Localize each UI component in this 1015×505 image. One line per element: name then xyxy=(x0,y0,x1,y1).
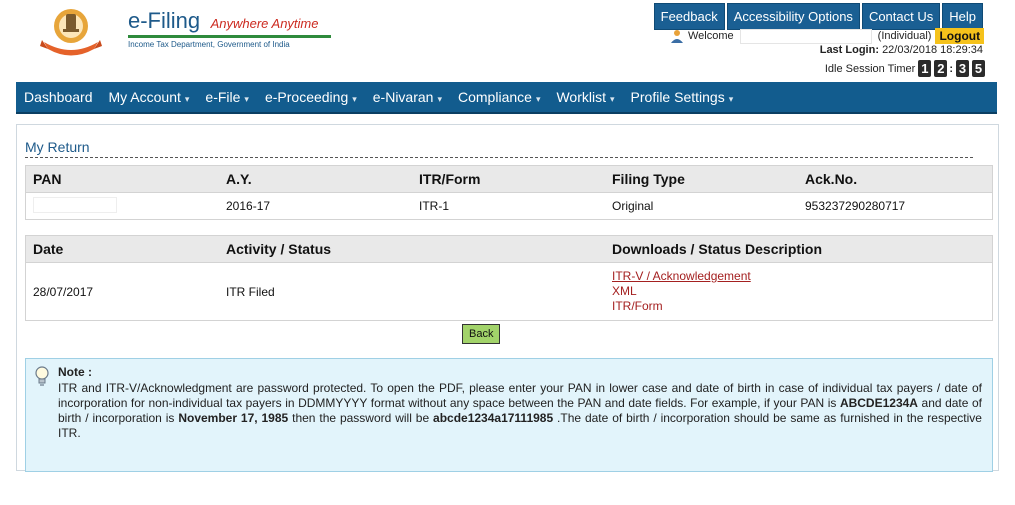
status-cell: ITR Filed xyxy=(219,262,605,321)
help-link[interactable]: Help xyxy=(942,3,983,30)
welcome-row: Welcome (Individual) Logout xyxy=(670,28,985,44)
nav-e-proceeding[interactable]: e-Proceeding ▾ xyxy=(257,89,365,105)
nav-label: e-Proceeding xyxy=(264,89,349,105)
note-date-example: November 17, 1985 xyxy=(178,411,289,425)
logout-button[interactable]: Logout xyxy=(935,28,985,44)
column-header: Filing Type xyxy=(605,165,798,193)
timer-digit: 2 xyxy=(934,60,948,77)
column-header: A.Y. xyxy=(219,165,412,193)
nav-profile-settings[interactable]: Profile Settings ▾ xyxy=(623,89,742,105)
brand-tagline: Anywhere Anytime xyxy=(210,16,319,31)
xml-link[interactable]: XML xyxy=(612,284,985,299)
note-password-example: abcde1234a17111985 xyxy=(433,411,554,425)
user-name-masked xyxy=(739,28,872,44)
chevron-down-icon: ▾ xyxy=(437,94,442,104)
last-login-value: 22/03/2018 18:29:34 xyxy=(882,44,983,56)
column-header: Date xyxy=(25,235,219,263)
table-row: 28/07/2017 ITR Filed ITR-V / Acknowledge… xyxy=(25,262,993,321)
nav-label: My Account xyxy=(108,89,181,105)
table-header-row: Date Activity / Status Downloads / Statu… xyxy=(25,235,993,263)
ack-no-cell: 953237290280717 xyxy=(798,192,993,220)
nav-e-nivaran[interactable]: e-Nivaran ▾ xyxy=(365,89,450,105)
itr-v-acknowledgement-link[interactable]: ITR-V / Acknowledgement xyxy=(612,269,985,284)
date-cell: 28/07/2017 xyxy=(25,262,219,321)
activity-table: Date Activity / Status Downloads / Statu… xyxy=(25,235,993,321)
page-title: My Return xyxy=(25,139,973,158)
nav-label: Dashboard xyxy=(24,89,93,105)
nav-worklist[interactable]: Worklist ▾ xyxy=(548,89,622,105)
accessibility-options-link[interactable]: Accessibility Options xyxy=(726,3,860,30)
column-header: Activity / Status xyxy=(219,235,605,263)
last-login-label: Last Login: xyxy=(819,44,879,56)
nav-label: e-Nivaran xyxy=(372,89,434,105)
brand-divider xyxy=(128,35,331,38)
lightbulb-icon xyxy=(35,366,49,386)
form-cell: ITR-1 xyxy=(412,192,605,220)
table-header-row: PAN A.Y. ITR/Form Filing Type Ack.No. xyxy=(25,165,993,193)
timer-digit: 5 xyxy=(972,60,985,77)
chevron-down-icon: ▾ xyxy=(244,94,249,104)
nav-e-file[interactable]: e-File ▾ xyxy=(197,89,257,105)
timer-separator: : xyxy=(949,62,953,75)
column-header: Ack.No. xyxy=(798,165,993,193)
downloads-cell: ITR-V / Acknowledgement XML ITR/Form xyxy=(605,262,993,321)
nav-label: Worklist xyxy=(556,89,606,105)
brand: e-Filing Anywhere Anytime xyxy=(128,8,319,34)
column-header: PAN xyxy=(25,165,219,193)
idle-timer-label: Idle Session Timer xyxy=(824,62,916,75)
chevron-down-icon: ▾ xyxy=(535,94,541,104)
pan-cell xyxy=(25,192,219,220)
filing-type-cell: Original xyxy=(605,192,798,220)
pan-masked xyxy=(33,196,117,213)
feedback-link[interactable]: Feedback xyxy=(653,3,725,30)
chevron-down-icon: ▾ xyxy=(728,94,734,104)
content-panel: My Return PAN A.Y. ITR/Form Filing Type … xyxy=(16,124,999,472)
nav-compliance[interactable]: Compliance ▾ xyxy=(450,89,548,105)
note-pan-example: ABCDE1234A xyxy=(839,396,918,410)
nav-label: e-File xyxy=(205,89,241,105)
nav-dashboard[interactable]: Dashboard xyxy=(16,89,101,105)
timer-digit: 3 xyxy=(956,60,969,77)
site-header: e-Filing Anywhere Anytime Income Tax Dep… xyxy=(16,0,997,80)
return-summary-table: PAN A.Y. ITR/Form Filing Type Ack.No. 20… xyxy=(25,165,993,220)
contact-us-link[interactable]: Contact Us xyxy=(861,3,941,30)
brand-title: e-Filing xyxy=(128,8,201,33)
timer-digit: 1 xyxy=(918,60,932,77)
welcome-label: Welcome xyxy=(688,30,734,42)
itr-form-link[interactable]: ITR/Form xyxy=(612,299,985,314)
note-text-part: then the password will be xyxy=(288,411,434,425)
note-box: Note : ITR and ITR-V/Acknowledgment are … xyxy=(25,358,993,472)
top-links: Feedback Accessibility Options Contact U… xyxy=(653,3,983,30)
column-header: ITR/Form xyxy=(412,165,605,193)
nav-my-account[interactable]: My Account ▾ xyxy=(101,89,198,105)
note-text: ITR and ITR-V/Acknowledgment are passwor… xyxy=(58,381,982,441)
chevron-down-icon: ▾ xyxy=(352,94,357,104)
table-row: 2016-17 ITR-1 Original 953237290280717 xyxy=(25,192,993,220)
last-login: Last Login: 22/03/2018 18:29:34 xyxy=(820,44,983,56)
user-type: (Individual) xyxy=(877,30,932,42)
nav-label: Compliance xyxy=(458,89,532,105)
ay-cell: 2016-17 xyxy=(219,192,412,220)
user-icon xyxy=(671,30,683,43)
nav-label: Profile Settings xyxy=(630,89,725,105)
idle-session-timer: Idle Session Timer 1 2 : 3 5 xyxy=(825,60,985,77)
note-label: Note : xyxy=(58,365,92,379)
main-nav: Dashboard My Account ▾ e-File ▾ e-Proceedi… xyxy=(16,82,997,114)
brand-subtitle: Income Tax Department, Government of Ind… xyxy=(128,40,290,49)
column-header: Downloads / Status Description xyxy=(605,235,993,263)
income-tax-logo xyxy=(40,9,102,56)
chevron-down-icon: ▾ xyxy=(610,94,615,104)
chevron-down-icon: ▾ xyxy=(184,94,190,104)
back-button[interactable]: Back xyxy=(462,324,501,344)
